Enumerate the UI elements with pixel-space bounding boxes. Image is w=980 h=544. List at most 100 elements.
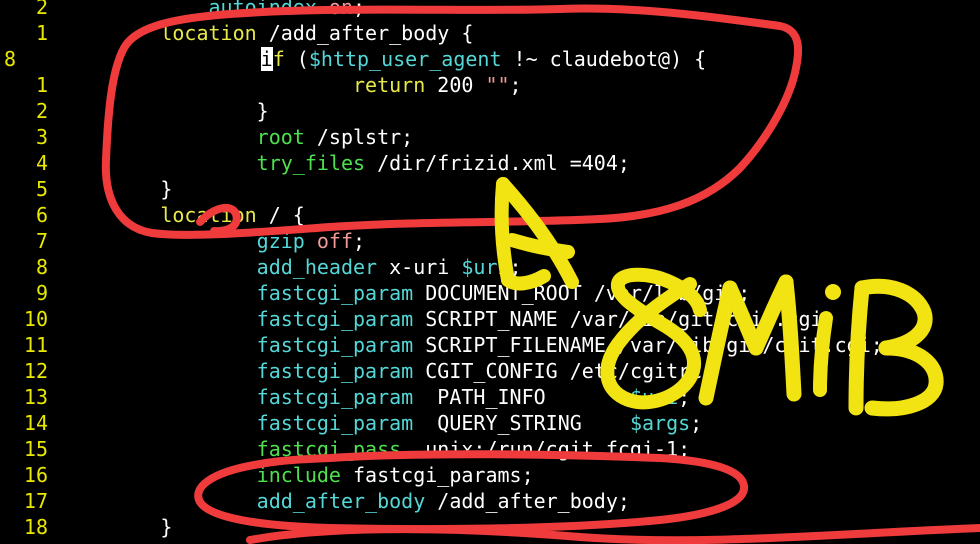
- code-token: 200: [425, 73, 486, 97]
- code-line[interactable]: 4 try_files /dir/frizid.xml =404;: [0, 150, 980, 176]
- gutter-line-number: 4: [35, 151, 48, 175]
- gutter-line-number: 1: [35, 73, 48, 97]
- code-line[interactable]: 7 gzip off;: [0, 228, 980, 254]
- code-line[interactable]: 14 fastcgi_param QUERY_STRING $args;: [0, 410, 980, 436]
- gutter-line-number: 2: [35, 0, 48, 19]
- code-token: ;: [690, 411, 703, 435]
- code-token: $uri: [461, 255, 510, 279]
- code-line[interactable]: 18 }: [0, 514, 980, 540]
- code-line[interactable]: 9 fastcgi_param DOCUMENT_ROOT /var/lib/g…: [0, 280, 980, 306]
- code-token: unix:/run/cgit.fcgi-1;: [401, 437, 691, 461]
- code-token: SCRIPT_FILENAME /var/lib/git/cgit.cgi;: [413, 333, 883, 357]
- code-line[interactable]: 1 location /add_after_body {: [0, 20, 980, 46]
- code-token: fastcgi_param: [256, 385, 414, 409]
- code-line[interactable]: 3 root /splstr;: [0, 124, 980, 150]
- gutter-line-number: 11: [23, 333, 48, 357]
- code-line-text: root /splstr;: [48, 124, 414, 150]
- code-token: /dir/frizid.xml =404;: [365, 151, 630, 175]
- gutter-current-line-number: 8: [4, 47, 17, 71]
- code-line-text: fastcgi_param DOCUMENT_ROOT /var/lib/git…: [48, 280, 751, 306]
- gutter-line-number: 7: [35, 229, 48, 253]
- code-token: }: [64, 177, 173, 201]
- code-token: "": [485, 73, 510, 97]
- gutter-line-number: 15: [23, 437, 48, 461]
- code-line-text: fastcgi_param PATH_INFO $uri;: [48, 384, 691, 410]
- code-line[interactable]: 10 fastcgi_param SCRIPT_NAME /var/lib/gi…: [0, 306, 980, 332]
- code-token: fastcgi_param: [256, 307, 414, 331]
- code-token: autoindex: [208, 0, 317, 19]
- code-token: try_files: [256, 151, 366, 175]
- code-line-text: location /add_after_body {: [48, 20, 473, 46]
- code-token: ;: [509, 255, 522, 279]
- code-line-text: }: [48, 176, 172, 202]
- code-line-text: add_after_body /add_after_body;: [48, 488, 630, 514]
- code-token: ;: [353, 0, 366, 19]
- code-token: add_header: [256, 255, 378, 279]
- code-line-text: fastcgi_param QUERY_STRING $args;: [48, 410, 703, 436]
- gutter-line-number: 13: [23, 385, 48, 409]
- code-token: }: [64, 515, 173, 539]
- code-line-text: }: [48, 98, 269, 124]
- code-token: /add_after_body {: [256, 21, 474, 45]
- code-line[interactable]: 13 fastcgi_param PATH_INFO $uri;: [0, 384, 980, 410]
- code-token: /splstr;: [304, 125, 414, 149]
- code-line[interactable]: 2 }: [0, 98, 980, 124]
- code-token: fastcgi_param: [256, 333, 414, 357]
- code-token: $args: [629, 411, 691, 435]
- gutter-line-number: 9: [35, 281, 48, 305]
- code-line-text: return 200 "";: [48, 72, 522, 98]
- code-token: CGIT_CONFIG /etc/cgitrc;: [413, 359, 715, 383]
- code-token: PATH_INFO: [413, 385, 630, 409]
- code-token: }: [64, 99, 269, 123]
- code-line[interactable]: 12 fastcgi_param CGIT_CONFIG /etc/cgitrc…: [0, 358, 980, 384]
- code-line-text: add_header x-uri $uri;: [48, 254, 522, 280]
- code-line[interactable]: 2 autoindex on;: [0, 0, 980, 20]
- code-line[interactable]: 8 add_header x-uri $uri;: [0, 254, 980, 280]
- code-line[interactable]: 5 }: [0, 176, 980, 202]
- code-editor-pane[interactable]: 2 autoindex on; 1 location /add_after_bod…: [0, 0, 980, 544]
- code-token: !~ claudebot@) {: [501, 47, 707, 71]
- code-token: return: [352, 73, 426, 97]
- code-line[interactable]: 16 include fastcgi_params;: [0, 462, 980, 488]
- code-token: off: [316, 229, 353, 253]
- code-token: / {: [256, 203, 305, 227]
- code-token: fastcgi_param: [256, 411, 414, 435]
- code-line-text: include fastcgi_params;: [48, 462, 534, 488]
- code-token: fastcgi_pass: [256, 437, 402, 461]
- code-line-text: location / {: [48, 202, 305, 228]
- code-line[interactable]: 1 return 200 "";: [0, 72, 980, 98]
- code-token: location: [160, 21, 257, 45]
- code-line[interactable]: 6 location / {: [0, 202, 980, 228]
- code-line[interactable]: 11 fastcgi_param SCRIPT_FILENAME /var/li…: [0, 332, 980, 358]
- gutter-line-number: 2: [35, 99, 48, 123]
- code-token: x-uri: [377, 255, 462, 279]
- code-token: gzip: [256, 229, 305, 253]
- text-cursor: i: [260, 47, 273, 71]
- code-token: add_after_body: [256, 489, 426, 513]
- code-token: on: [328, 0, 354, 19]
- code-line[interactable]: 19 location /cgit-css {: [0, 540, 980, 544]
- code-token: DOCUMENT_ROOT /var/lib/git;: [413, 281, 751, 305]
- code-line[interactable]: 8 if ($http_user_agent !~ claudebot@) {: [0, 46, 980, 72]
- code-token: ;: [353, 229, 366, 253]
- code-line[interactable]: 15 fastcgi_pass unix:/run/cgit.fcgi-1;: [0, 436, 980, 462]
- code-line[interactable]: 17 add_after_body /add_after_body;: [0, 488, 980, 514]
- code-line-text: gzip off;: [48, 228, 365, 254]
- gutter-line-number: 10: [23, 307, 48, 331]
- code-token: f: [272, 47, 285, 71]
